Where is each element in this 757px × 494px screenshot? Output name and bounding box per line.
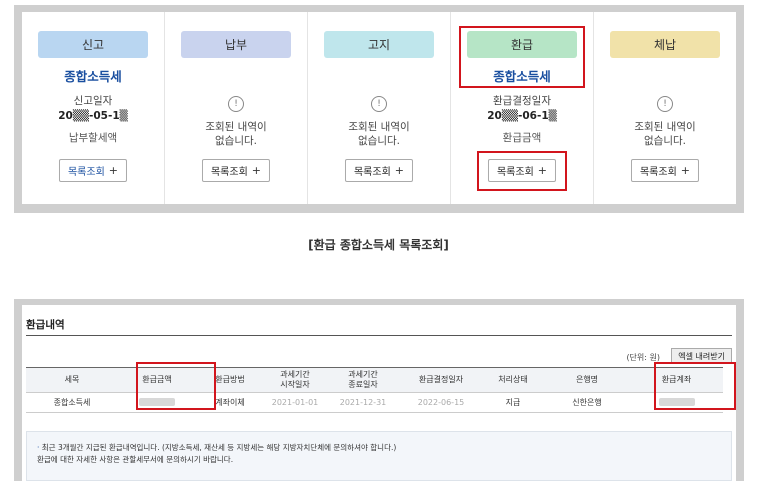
cell-tax-item: 종합소득세 (26, 392, 118, 413)
notice-list-button[interactable]: 목록조회 + (344, 159, 414, 182)
col-header-decision-date: 환급결정일자 (400, 367, 482, 393)
refund-history-panel: 환급내역 (단위: 원) 엑셀 내려받기 세목 환급금액 환급방법 과세기간 시… (14, 299, 744, 481)
report-date-label: 신고일자 (73, 95, 113, 107)
notice-empty-message: 조회된 내역이 없습니다. (348, 121, 410, 147)
header-payment: 납부 (181, 31, 291, 58)
notice-line-1: · 최근 3개월간 지급된 환급내역입니다. (지방소득세, 재산세 등 지방세… (37, 443, 397, 452)
info-icon: ! (228, 96, 244, 112)
column-notice: 고지 ! 조회된 내역이 없습니다. 목록조회 + (308, 12, 451, 204)
notice-line-2: 환급에 대한 자세한 사항은 관할세무서에 문의하시기 바랍니다. (37, 455, 234, 464)
column-payment: 납부 ! 조회된 내역이 없습니다. 목록조회 + (165, 12, 308, 204)
payment-list-button[interactable]: 목록조회 + (201, 159, 271, 182)
highlight-box-refund-header (459, 26, 585, 88)
col-header-end: 과세기간 종료일자 (326, 367, 400, 393)
column-report: 신고 종합소득세 신고일자 20▒▒-05-1▒ 납부할세액 목록조회 + (22, 12, 165, 204)
table-header-row: 세목 환급금액 환급방법 과세기간 시작일자 과세기간 종료일자 환급결정일자 … (26, 367, 723, 393)
arrears-empty-message: 조회된 내역이 없습니다. (634, 121, 696, 147)
bullet-icon: · (37, 443, 40, 452)
plus-icon: + (680, 164, 691, 177)
plus-icon: + (108, 164, 119, 177)
plus-icon: + (394, 164, 405, 177)
col-header-status: 처리상태 (482, 367, 544, 393)
refund-date-value: 20▒▒-06-1▒ (487, 110, 557, 122)
cell-end: 2021-12-31 (326, 392, 400, 413)
header-notice: 고지 (324, 31, 434, 58)
report-list-label: 목록조회 (67, 167, 105, 178)
column-refund: 환급 종합소득세 환급결정일자 20▒▒-06-1▒ 환급금액 목록조회 + (451, 12, 594, 204)
refund-history-content: 환급내역 (단위: 원) 엑셀 내려받기 세목 환급금액 환급방법 과세기간 시… (22, 305, 736, 481)
cell-decision-date: 2022-06-15 (400, 392, 482, 413)
table-row: 종합소득세 계좌이체 2021-01-01 2021-12-31 2022-06… (26, 392, 723, 413)
cell-start: 2021-01-01 (264, 392, 326, 413)
tax-status-columns: 신고 종합소득세 신고일자 20▒▒-05-1▒ 납부할세액 목록조회 + 납부… (22, 12, 736, 204)
refund-date-label: 환급결정일자 (493, 95, 551, 107)
refund-table: 세목 환급금액 환급방법 과세기간 시작일자 과세기간 종료일자 환급결정일자 … (26, 367, 723, 413)
highlight-box-refund-button (477, 151, 567, 191)
col-header-bank: 은행명 (544, 367, 630, 393)
col-header-start: 과세기간 시작일자 (264, 367, 326, 393)
info-icon: ! (657, 96, 673, 112)
report-tax-type[interactable]: 종합소득세 (64, 66, 122, 84)
report-list-button[interactable]: 목록조회 + (58, 159, 128, 182)
cell-status: 지급 (482, 392, 544, 413)
notice-list-label: 목록조회 (353, 167, 391, 178)
info-icon: ! (371, 96, 387, 112)
plus-icon: + (251, 164, 262, 177)
arrears-list-label: 목록조회 (639, 167, 677, 178)
arrears-list-button[interactable]: 목록조회 + (630, 159, 700, 182)
figure-caption: [환급 종합소득세 목록조회] (308, 238, 449, 252)
header-arrears: 체납 (610, 31, 720, 58)
report-date-value: 20▒▒-05-1▒ (58, 110, 128, 122)
refund-amount-label: 환급금액 (502, 132, 542, 144)
section-title: 환급내역 (26, 319, 65, 331)
tax-status-panel: 신고 종합소득세 신고일자 20▒▒-05-1▒ 납부할세액 목록조회 + 납부… (14, 5, 744, 213)
title-divider (26, 335, 732, 336)
notice-box: · 최근 3개월간 지급된 환급내역입니다. (지방소득세, 재산세 등 지방세… (26, 431, 732, 481)
payment-list-label: 목록조회 (210, 167, 248, 178)
header-report: 신고 (38, 31, 148, 58)
column-arrears: 체납 ! 조회된 내역이 없습니다. 목록조회 + (594, 12, 736, 204)
report-amount-label: 납부할세액 (68, 132, 118, 144)
highlight-box-account (654, 362, 736, 410)
cell-bank: 신한은행 (544, 392, 630, 413)
payment-empty-message: 조회된 내역이 없습니다. (205, 121, 267, 147)
highlight-box-amount (136, 362, 216, 410)
col-header-tax-item: 세목 (26, 367, 118, 393)
